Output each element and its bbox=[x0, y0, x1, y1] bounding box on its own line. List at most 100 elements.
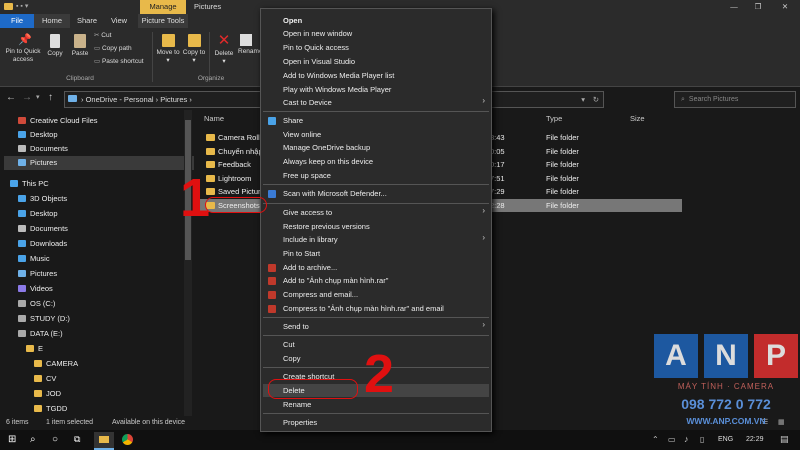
nav-item[interactable]: Desktop bbox=[18, 207, 58, 221]
clock[interactable]: 22:29 bbox=[746, 430, 764, 450]
menu-item[interactable]: Open in Visual Studio bbox=[283, 56, 355, 68]
breadcrumb-onedrive[interactable]: OneDrive - Personal bbox=[86, 95, 154, 104]
menu-item[interactable]: Copy bbox=[283, 353, 301, 365]
menu-item[interactable]: Restore previous versions bbox=[283, 221, 370, 233]
move-to-button[interactable]: Move to ▾ bbox=[156, 34, 180, 65]
menu-item[interactable]: Give access to bbox=[283, 207, 332, 219]
copy-button[interactable]: Copy bbox=[44, 34, 66, 58]
menu-item[interactable]: Compress and email... bbox=[283, 289, 358, 301]
nav-item[interactable]: Desktop bbox=[18, 128, 58, 142]
menu-item[interactable]: Pin to Quick access bbox=[283, 42, 349, 54]
tray-expand-icon[interactable]: ⌃ bbox=[652, 435, 659, 444]
rename-ribbon-button[interactable]: Rename bbox=[238, 34, 263, 56]
search-placeholder: Search Pictures bbox=[688, 96, 739, 103]
tab-file[interactable]: File bbox=[0, 14, 34, 28]
nav-item[interactable]: Pictures bbox=[18, 267, 57, 281]
delete-ribbon-button[interactable]: ✕ Delete ▾ bbox=[212, 33, 236, 66]
search-icon[interactable]: ⌕ bbox=[30, 434, 36, 445]
notification-icon[interactable]: ▤ bbox=[780, 434, 789, 445]
volume-icon[interactable]: ♪ bbox=[684, 434, 689, 444]
network-icon[interactable]: ▭ bbox=[668, 435, 676, 444]
nav-item[interactable]: Downloads bbox=[18, 237, 67, 251]
menu-item[interactable]: Cast to Device bbox=[283, 97, 332, 109]
minimize-icon[interactable]: — bbox=[722, 0, 746, 14]
nav-item[interactable]: OS (C:) bbox=[18, 297, 55, 311]
cut-button[interactable]: ✂ Cut bbox=[94, 32, 111, 40]
menu-item[interactable]: Share bbox=[283, 115, 303, 127]
task-view-icon[interactable]: ⧉ bbox=[74, 434, 80, 445]
menu-item[interactable]: Play with Windows Media Player bbox=[283, 84, 391, 96]
nav-item[interactable]: STUDY (D:) bbox=[18, 312, 70, 326]
menu-item[interactable]: Always keep on this device bbox=[283, 156, 373, 168]
menu-item[interactable]: Open bbox=[283, 15, 302, 27]
menu-item[interactable]: Manage OneDrive backup bbox=[283, 142, 370, 154]
language-indicator[interactable]: ENG bbox=[718, 430, 733, 450]
cortana-icon[interactable]: ○ bbox=[52, 434, 58, 445]
menu-item[interactable]: View online bbox=[283, 129, 321, 141]
menu-item-icon bbox=[268, 277, 276, 285]
forward-icon[interactable]: → bbox=[22, 92, 32, 103]
nav-item[interactable]: Pictures bbox=[4, 156, 194, 170]
nav-item[interactable]: DATA (E:) bbox=[18, 327, 63, 341]
copy-path-button[interactable]: ▭ Copy path bbox=[94, 45, 132, 53]
nav-item[interactable]: JOD bbox=[34, 387, 61, 401]
close-icon[interactable]: ✕ bbox=[770, 0, 800, 14]
column-type[interactable]: Type bbox=[546, 112, 562, 126]
nav-item-label: Desktop bbox=[30, 130, 58, 139]
tab-home[interactable]: Home bbox=[34, 14, 70, 28]
maximize-icon[interactable]: ❐ bbox=[746, 0, 770, 14]
paste-button[interactable]: Paste bbox=[68, 34, 92, 58]
search-input[interactable]: ⌕ Search Pictures bbox=[674, 91, 796, 108]
nav-item[interactable]: Creative Cloud Files bbox=[18, 114, 98, 128]
tab-picture-tools[interactable]: Picture Tools bbox=[138, 14, 188, 28]
menu-item[interactable]: Open in new window bbox=[283, 28, 352, 40]
breadcrumb-pictures[interactable]: Pictures bbox=[160, 95, 187, 104]
nav-scrollbar[interactable] bbox=[184, 110, 192, 416]
menu-item[interactable]: Rename bbox=[283, 399, 311, 411]
nav-item[interactable]: Videos bbox=[18, 282, 53, 296]
menu-item[interactable]: Scan with Microsoft Defender... bbox=[283, 188, 387, 200]
paste-shortcut-button[interactable]: ▭ Paste shortcut bbox=[94, 58, 144, 66]
recent-dropdown-icon[interactable]: ▾ bbox=[36, 93, 40, 101]
quick-access-icons[interactable]: ▪ ▪ ▾ bbox=[16, 3, 42, 11]
tab-share[interactable]: Share bbox=[72, 14, 102, 28]
nav-item[interactable]: Music bbox=[18, 252, 50, 266]
menu-item[interactable]: Send to bbox=[283, 321, 309, 333]
tab-view[interactable]: View bbox=[104, 14, 134, 28]
menu-item[interactable]: Include in library bbox=[283, 234, 338, 246]
menu-item[interactable]: Free up space bbox=[283, 170, 331, 182]
menu-item[interactable]: Cut bbox=[283, 339, 295, 351]
file-type: File folder bbox=[546, 200, 579, 210]
refresh-icon[interactable]: ↻ bbox=[593, 92, 599, 107]
nav-item[interactable]: Documents bbox=[18, 142, 68, 156]
file-name: Feedback bbox=[218, 160, 251, 169]
menu-item[interactable]: Add to "Ảnh chụp màn hình.rar" bbox=[283, 275, 388, 287]
up-icon[interactable]: ↑ bbox=[48, 92, 53, 103]
manage-tab[interactable]: Manage bbox=[140, 0, 186, 14]
menu-item[interactable]: Properties bbox=[283, 417, 317, 429]
nav-item[interactable]: TGDD bbox=[34, 402, 67, 416]
nav-item[interactable]: This PC bbox=[10, 177, 49, 191]
nav-item[interactable]: Documents bbox=[18, 222, 68, 236]
file-explorer-taskbar-icon[interactable] bbox=[94, 432, 114, 450]
copy-to-button[interactable]: Copy to ▾ bbox=[182, 34, 206, 65]
nav-item[interactable]: CV bbox=[34, 372, 56, 386]
address-dropdown-icon[interactable]: ▾ bbox=[581, 92, 585, 107]
menu-item[interactable]: Add to archive... bbox=[283, 262, 337, 274]
nav-item[interactable]: E bbox=[26, 342, 43, 356]
column-name[interactable]: Name bbox=[204, 112, 224, 126]
nav-item[interactable]: 3D Objects bbox=[18, 192, 67, 206]
menu-item[interactable]: Compress to "Ảnh chụp màn hình.rar" and … bbox=[283, 303, 444, 315]
windows-start-icon[interactable]: ⊞ bbox=[8, 435, 18, 445]
column-size[interactable]: Size bbox=[630, 112, 645, 126]
pin-quick-access-button[interactable]: 📌 Pin to Quick access bbox=[2, 34, 44, 64]
nav-item-label: DATA (E:) bbox=[30, 329, 63, 338]
menu-item[interactable]: Pin to Start bbox=[283, 248, 320, 260]
status-available: Available on this device bbox=[112, 419, 186, 426]
chrome-taskbar-icon[interactable] bbox=[122, 434, 133, 445]
nav-item[interactable]: CAMERA bbox=[34, 357, 78, 371]
battery-icon[interactable]: ▯ bbox=[700, 435, 704, 444]
back-icon[interactable]: ← bbox=[6, 92, 16, 103]
chevron-right-icon: › bbox=[482, 206, 485, 215]
menu-item[interactable]: Add to Windows Media Player list bbox=[283, 70, 394, 82]
